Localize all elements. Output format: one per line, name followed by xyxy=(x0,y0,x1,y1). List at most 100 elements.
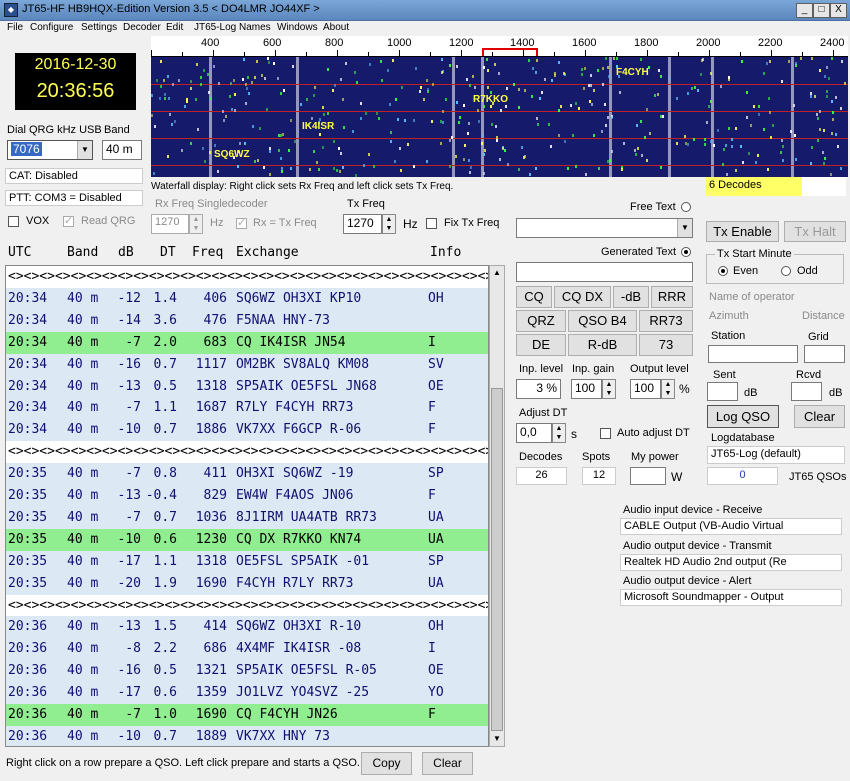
cq-dx-button[interactable]: CQ DX xyxy=(554,286,611,308)
menu-jt65-log[interactable]: JT65-Log xyxy=(194,22,236,33)
read-qrg-checkbox[interactable] xyxy=(63,214,74,227)
table-row[interactable]: 20:35 40 m -7 0.8 411 OH3XI SQ6WZ -19 SP xyxy=(6,463,488,486)
maximize-button[interactable]: □ xyxy=(813,3,830,18)
vox-checkbox[interactable] xyxy=(8,216,19,227)
rr73-button[interactable]: RR73 xyxy=(639,310,693,332)
table-row[interactable]: 20:34 40 m -12 1.4 406 SQ6WZ OH3XI KP10 OH xyxy=(6,287,488,310)
rx-eq-tx-checkbox[interactable] xyxy=(236,216,247,229)
menu-edit[interactable]: Edit xyxy=(166,22,183,33)
dial-qrg-select[interactable]: 7076 ▼ xyxy=(7,140,93,160)
logdatabase-field[interactable]: JT65-Log (default) xyxy=(707,446,845,464)
waterfall-display[interactable]: F4CYH R7KKO IK4ISR SQ6WZ xyxy=(151,57,848,177)
generated-text-field[interactable] xyxy=(516,262,693,282)
my-power-field[interactable] xyxy=(630,467,666,485)
chevron-down-icon[interactable]: ▼ xyxy=(77,141,92,159)
73-button[interactable]: 73 xyxy=(639,334,693,356)
free-text-radio[interactable] xyxy=(681,202,691,212)
decode-list[interactable]: <><><><><><><><><><><><><><><><><><><><>… xyxy=(5,265,489,747)
waterfall-noise xyxy=(487,86,489,89)
table-row[interactable]: 20:35 40 m -13 -0.4 829 EW4W F4AOS JN06 F xyxy=(6,485,488,507)
menu-about[interactable]: About xyxy=(323,22,349,33)
generated-text-radio[interactable] xyxy=(681,247,691,257)
tx-halt-button[interactable]: Tx Halt xyxy=(784,221,846,242)
ruler-tick-label: 2200 xyxy=(758,37,783,49)
qso-b4-button[interactable]: QSO B4 xyxy=(568,310,637,332)
table-row[interactable]: 20:35 40 m -10 0.6 1230 CQ DX R7KKO KN74 UA xyxy=(6,528,488,551)
clear-list-button[interactable]: Clear xyxy=(422,752,473,775)
app-icon: ◆ xyxy=(4,3,18,17)
table-row[interactable]: 20:35 40 m -20 1.9 1690 F4CYH R7LY RR73 UA xyxy=(6,572,488,595)
copy-button[interactable]: Copy xyxy=(361,752,412,775)
output-level-stepper[interactable]: ▲ ▼ xyxy=(661,379,675,399)
sent-field[interactable] xyxy=(707,382,738,401)
audio-out-field[interactable]: Realtek HD Audio 2nd output (Re xyxy=(620,554,842,571)
table-row[interactable]: 20:36 40 m -16 0.5 1321 SP5AIK OE5FSL R-05 OE xyxy=(6,660,488,683)
auto-adjust-dt-checkbox[interactable] xyxy=(600,428,611,439)
even-radio[interactable] xyxy=(718,266,728,276)
table-row[interactable]: 20:34 40 m -13 0.5 1318 SP5AIK OE5FSL JN68 OE xyxy=(6,375,488,398)
output-level-field[interactable]: 100 xyxy=(630,379,661,399)
free-text-select[interactable]: ▼ xyxy=(516,218,693,238)
fix-tx-checkbox[interactable] xyxy=(426,218,437,229)
table-row[interactable]: 20:36 40 m -10 0.7 1889 VK7XX HNY 73 xyxy=(6,725,488,746)
tx-freq-field[interactable]: 1270 xyxy=(343,214,382,234)
waterfall-noise xyxy=(340,78,342,81)
frequency-ruler[interactable]: 400 600 800 1000 1200 1400 1600 1800 2000 2200 240… xyxy=(151,36,848,57)
inp-gain-field[interactable]: 100 xyxy=(571,379,602,399)
menu-windows[interactable]: Windows xyxy=(277,22,318,33)
adjust-dt-stepper[interactable]: ▲ ▼ xyxy=(552,423,566,443)
table-row[interactable]: 20:36 40 m -8 2.2 686 4X4MF IK4ISR -08 I xyxy=(6,638,488,661)
menu-file[interactable]: File xyxy=(7,22,23,33)
decode-list-scrollbar[interactable]: ▲ ▼ xyxy=(489,265,505,747)
menu-configure[interactable]: Configure xyxy=(30,22,73,33)
r-db-button[interactable]: R-dB xyxy=(568,334,637,356)
table-row[interactable]: 20:36 40 m -13 1.5 414 SQ6WZ OH3XI R-10 OH xyxy=(6,616,488,639)
minus-db-button[interactable]: -dB xyxy=(613,286,649,308)
table-row[interactable]: 20:36 40 m -17 0.6 1359 JO1LVZ YO4SVZ -25 YO xyxy=(6,682,488,705)
rx-freq-field[interactable]: 1270 xyxy=(151,214,189,234)
grid-field[interactable] xyxy=(804,345,845,363)
rrr-button[interactable]: RRR xyxy=(651,286,693,308)
scroll-thumb[interactable] xyxy=(491,388,503,731)
decodes-label: Decodes xyxy=(519,451,563,463)
waterfall-noise xyxy=(687,143,689,146)
rx-freq-stepper[interactable]: ▲ ▼ xyxy=(189,214,203,234)
table-row[interactable]: 20:34 40 m -14 3.6 476 F5NAA HNY-73 xyxy=(6,309,488,332)
audio-alert-field[interactable]: Microsoft Soundmapper - Output xyxy=(620,589,842,606)
table-row[interactable]: 20:34 40 m -7 1.1 1687 R7LY F4CYH RR73 F xyxy=(6,397,488,420)
minimize-button[interactable]: _ xyxy=(796,3,813,18)
clear-log-button[interactable]: Clear xyxy=(794,405,845,428)
waterfall-noise xyxy=(376,112,378,115)
band-field[interactable]: 40 m xyxy=(102,140,142,160)
ruler-tick-label: 600 xyxy=(263,37,282,49)
chevron-down-icon[interactable]: ▼ xyxy=(677,219,692,237)
audio-in-field[interactable]: CABLE Output (VB-Audio Virtual xyxy=(620,518,842,535)
menu-settings[interactable]: Settings xyxy=(81,22,117,33)
scroll-down-arrow-icon[interactable]: ▼ xyxy=(490,732,504,746)
menu-decoder[interactable]: Decoder xyxy=(123,22,161,33)
table-row[interactable]: 20:35 40 m -7 0.7 1036 8J1IRM UA4ATB RR73 UA xyxy=(6,506,488,529)
table-row[interactable]: 20:34 40 m -16 0.7 1117 OM2BK SV8ALQ KM08 SV xyxy=(6,353,488,376)
table-row[interactable]: 20:34 40 m -7 2.0 683 CQ IK4ISR JN54 I xyxy=(6,331,488,354)
tx-enable-button[interactable]: Tx Enable xyxy=(706,221,779,242)
qrz-button[interactable]: QRZ xyxy=(516,310,566,332)
log-qso-button[interactable]: Log QSO xyxy=(707,405,779,428)
waterfall-noise xyxy=(641,154,643,157)
adjust-dt-field[interactable]: 0,0 xyxy=(516,423,552,443)
rcvd-field[interactable] xyxy=(791,382,822,401)
header-utc: UTC xyxy=(8,245,32,260)
inp-gain-stepper[interactable]: ▲ ▼ xyxy=(602,379,616,399)
table-row[interactable]: 20:35 40 m -17 1.1 1318 OE5FSL SP5AIK -01 SP xyxy=(6,550,488,573)
station-field[interactable] xyxy=(708,345,798,363)
de-button[interactable]: DE xyxy=(516,334,566,356)
waterfall-noise xyxy=(528,59,530,62)
close-button[interactable]: X xyxy=(830,3,847,18)
menu-names[interactable]: Names xyxy=(239,22,271,33)
odd-radio[interactable] xyxy=(781,266,791,276)
table-row[interactable]: 20:36 40 m -7 1.0 1690 CQ F4CYH JN26 F xyxy=(6,704,488,726)
tx-freq-stepper[interactable]: ▲ ▼ xyxy=(382,214,396,234)
scroll-up-arrow-icon[interactable]: ▲ xyxy=(490,266,504,280)
table-row[interactable]: 20:34 40 m -10 0.7 1886 VK7XX F6GCP R-06 F xyxy=(6,419,488,442)
tx-freq-label: Tx Freq xyxy=(347,198,385,210)
cq-button[interactable]: CQ xyxy=(516,286,552,308)
